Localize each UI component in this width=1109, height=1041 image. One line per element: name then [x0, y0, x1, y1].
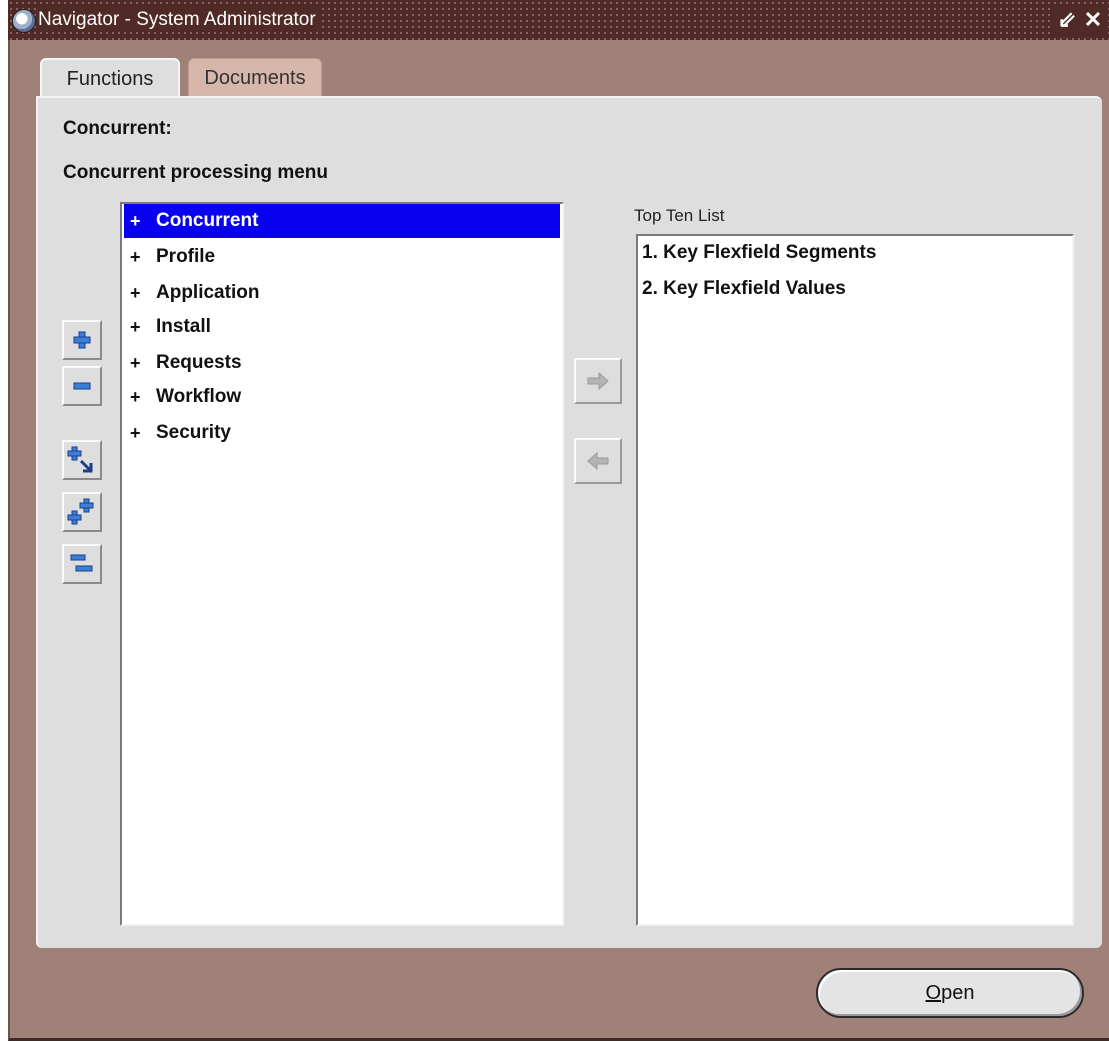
- window-title: Navigator - System Administrator: [36, 8, 322, 32]
- open-button-mnemonic: O: [925, 982, 942, 1004]
- function-tree[interactable]: + Concurrent + Profile + Application + I…: [120, 202, 564, 926]
- tree-item-label: Security: [156, 422, 231, 443]
- collapse-icon: [73, 382, 91, 390]
- top-ten-list[interactable]: 1. Key Flexfield Segments 2. Key Flexfie…: [636, 234, 1074, 926]
- expand-branch-icon: [67, 446, 93, 473]
- add-to-top-ten-button[interactable]: [574, 358, 622, 404]
- tree-item-security[interactable]: + Security: [124, 416, 560, 450]
- tree-item-label: Concurrent: [156, 210, 259, 231]
- expand-marker: +: [130, 247, 141, 267]
- tab-functions[interactable]: Functions: [40, 58, 180, 98]
- tree-item-label: Workflow: [156, 386, 242, 407]
- tree-item-label: Install: [156, 316, 211, 337]
- tree-item-install[interactable]: + Install: [124, 310, 560, 344]
- tree-item-label: Application: [156, 282, 260, 303]
- expand-all-icon: [67, 498, 94, 525]
- tree-item-requests[interactable]: + Requests: [124, 346, 560, 380]
- expand-marker: +: [130, 423, 141, 443]
- navigator-window: Navigator - System Administrator ⇙ ✕ Fun…: [8, 0, 1109, 1041]
- tree-item-concurrent[interactable]: + Concurrent: [124, 204, 560, 238]
- expand-marker: +: [130, 387, 141, 407]
- top-ten-label: Top Ten List: [634, 206, 725, 225]
- expand-button[interactable]: [62, 320, 102, 360]
- remove-from-top-ten-button[interactable]: [574, 438, 622, 484]
- title-bar[interactable]: Navigator - System Administrator ⇙ ✕: [8, 0, 1109, 40]
- menu-label: Concurrent:: [63, 118, 172, 139]
- left-arrow-icon: [587, 451, 609, 471]
- expand-marker: +: [130, 211, 141, 231]
- collapse-button[interactable]: [62, 366, 102, 406]
- top-ten-item[interactable]: 1. Key Flexfield Segments: [642, 242, 876, 264]
- tab-documents[interactable]: Documents: [188, 58, 322, 98]
- expand-marker: +: [130, 283, 141, 303]
- top-ten-item[interactable]: 2. Key Flexfield Values: [642, 278, 846, 300]
- open-button-label: pen: [941, 982, 975, 1004]
- expand-all-button[interactable]: [62, 492, 102, 532]
- tree-item-label: Requests: [156, 352, 242, 373]
- close-icon[interactable]: ✕: [1080, 6, 1106, 34]
- menu-description: Concurrent processing menu: [63, 162, 328, 183]
- tree-item-profile[interactable]: + Profile: [124, 240, 560, 274]
- window-body: Functions Documents Concurrent: Concurre…: [8, 40, 1109, 1041]
- functions-panel: Concurrent: Concurrent processing menu +…: [36, 96, 1102, 948]
- right-arrow-icon: [587, 371, 609, 391]
- minimize-icon[interactable]: ⇙: [1054, 6, 1080, 34]
- tree-item-label: Profile: [156, 246, 216, 267]
- expand-marker: +: [130, 317, 141, 337]
- collapse-all-button[interactable]: [62, 544, 102, 584]
- open-button[interactable]: Open: [816, 968, 1084, 1018]
- tree-item-workflow[interactable]: + Workflow: [124, 380, 560, 414]
- expand-branch-button[interactable]: [62, 440, 102, 480]
- tree-item-application[interactable]: + Application: [124, 276, 560, 310]
- app-logo-icon: [12, 9, 36, 33]
- collapse-all-icon: [70, 554, 93, 572]
- expand-icon: [73, 331, 91, 349]
- expand-marker: +: [130, 353, 141, 373]
